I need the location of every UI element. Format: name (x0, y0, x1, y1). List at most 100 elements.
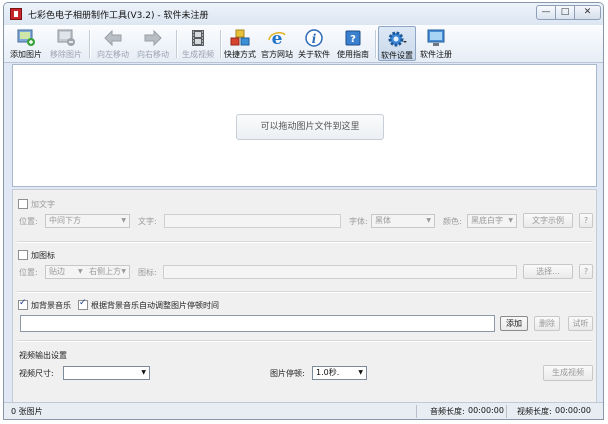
icon-file-label: 图标: (138, 268, 157, 277)
image-pause-select[interactable]: 1.0秒. ▼ (312, 366, 367, 380)
audio-length-value: 00:00:00 (468, 406, 504, 415)
generate-video-label: 生成视频 (182, 50, 214, 59)
divider (17, 340, 592, 342)
move-left-label: 向左移动 (97, 50, 129, 59)
text-help-button[interactable]: ? (579, 213, 593, 228)
official-site-button[interactable]: e 官方网站 (259, 26, 295, 61)
font-label: 字体: (349, 217, 368, 226)
bgm-label: 加背景音乐 (31, 301, 71, 310)
delete-music-button[interactable]: 删除 (534, 316, 560, 331)
image-count: 0 张图片 (11, 407, 43, 416)
guide-label: 使用指南 (337, 50, 369, 59)
shortcut-cubes-icon (230, 29, 250, 46)
color-label: 颜色: (443, 217, 462, 226)
generate-video-bottom-button[interactable]: 生成视频 (543, 365, 593, 381)
divider (17, 241, 592, 243)
remove-image-button[interactable]: 移除图片 (48, 26, 84, 61)
text-position-label: 位置: (19, 217, 38, 226)
divider (17, 291, 592, 293)
text-sample-button[interactable]: 文字示例 (523, 213, 573, 228)
listen-music-button[interactable]: 试听 (568, 316, 593, 331)
text-position-select[interactable]: 中间下方 ▼ (45, 214, 130, 228)
generate-video-button[interactable]: 生成视频 (180, 26, 216, 61)
add-icon-checkbox[interactable] (18, 250, 28, 260)
help-book-icon: ? (345, 30, 361, 46)
settings-panel: 加文字 位置: 中间下方 ▼ 文字: 字体: 黑体 ▼ 颜色: 黑底白字 ▼ 文字示例… (12, 189, 597, 403)
app-window: 七彩色电子相册制作工具(V3.2) - 软件未注册 — □ ✕ 添加图片 移除图… (3, 2, 604, 420)
shortcut-button[interactable]: 快捷方式 (222, 26, 258, 61)
image-pause-value: 1.0秒. (316, 368, 340, 377)
add-image-icon (17, 29, 35, 46)
settings-button[interactable]: 软件设置 (378, 26, 416, 61)
auto-pause-label: 根据背景音乐自动调整图片停顿时间 (91, 301, 219, 310)
monitor-icon (427, 29, 445, 46)
shortcut-label: 快捷方式 (224, 50, 256, 59)
toolbar: 添加图片 移除图片 向左移动 向右移动 生成视频 快捷方式 e 官方网站 i 关… (4, 25, 603, 63)
chevron-down-icon: ▼ (121, 217, 126, 224)
video-output-heading: 视频输出设置 (19, 351, 67, 360)
minimize-button[interactable]: — (536, 5, 556, 20)
status-bar: 0 张图片 音频长度: 00:00:00 视频长度: 00:00:00 (4, 402, 603, 419)
arrow-left-icon (104, 29, 122, 47)
svg-text:i: i (312, 32, 317, 46)
toolbar-separator (375, 30, 377, 58)
status-divider (506, 405, 507, 418)
close-button[interactable]: ✕ (575, 5, 601, 20)
image-drop-area[interactable]: 可以拖动图片文件到这里 (12, 64, 597, 187)
move-right-button[interactable]: 向右移动 (134, 26, 172, 61)
maximize-button[interactable]: □ (556, 5, 575, 20)
move-right-label: 向右移动 (137, 50, 169, 59)
register-label: 软件注册 (420, 50, 452, 59)
audio-length-label: 音频长度: (430, 407, 465, 416)
add-image-button[interactable]: 添加图片 (8, 26, 44, 61)
svg-text:?: ? (350, 34, 356, 45)
text-content-input[interactable] (164, 214, 341, 228)
music-file-input[interactable] (20, 315, 495, 332)
icon-position-value: 贴边 (49, 267, 65, 276)
video-length-value: 00:00:00 (555, 406, 591, 415)
image-pause-label: 图片停顿: (270, 369, 305, 378)
icon-position-value2: 右侧上方 (89, 267, 121, 276)
drop-hint: 可以拖动图片文件到这里 (236, 114, 384, 140)
chevron-down-icon: ▼ (358, 369, 363, 376)
title-bar: 七彩色电子相册制作工具(V3.2) - 软件未注册 — □ ✕ (4, 3, 603, 25)
toolbar-separator (176, 30, 178, 58)
add-image-label: 添加图片 (10, 50, 42, 59)
chevron-down-icon: ▼ (78, 268, 83, 275)
gear-icon (388, 31, 407, 47)
chevron-down-icon: ▼ (508, 217, 513, 224)
move-left-button[interactable]: 向左移动 (94, 26, 132, 61)
remove-image-label: 移除图片 (50, 50, 82, 59)
arrow-right-icon (144, 29, 162, 47)
svg-text:e: e (272, 29, 283, 47)
icon-position-select[interactable]: 贴边 ▼ 右侧上方 ▼ (45, 265, 130, 279)
icon-file-input[interactable] (163, 265, 517, 279)
chevron-down-icon: ▼ (121, 268, 126, 275)
app-logo-icon (10, 8, 22, 20)
about-button[interactable]: i 关于软件 (296, 26, 332, 61)
text-content-label: 文字: (138, 217, 157, 226)
register-button[interactable]: 软件注册 (417, 26, 455, 61)
video-size-select[interactable]: ▼ (63, 366, 150, 380)
guide-button[interactable]: ? 使用指南 (335, 26, 371, 61)
add-icon-label: 加图标 (31, 251, 55, 260)
color-select[interactable]: 黑底白字 ▼ (467, 214, 517, 228)
icon-position-label: 位置: (19, 268, 38, 277)
add-music-button[interactable]: 添加 (500, 316, 528, 331)
settings-label: 软件设置 (381, 51, 413, 60)
bgm-checkbox[interactable] (18, 298, 28, 310)
font-select[interactable]: 黑体 ▼ (371, 214, 435, 228)
status-divider (416, 405, 417, 418)
add-text-checkbox[interactable] (18, 199, 28, 209)
window-title: 七彩色电子相册制作工具(V3.2) - 软件未注册 (28, 11, 209, 21)
add-text-label: 加文字 (31, 200, 55, 209)
choose-icon-button[interactable]: 选择... (523, 264, 573, 279)
icon-help-button[interactable]: ? (579, 264, 593, 279)
auto-pause-checkbox[interactable] (78, 298, 88, 310)
ie-icon: e (268, 29, 286, 47)
toolbar-separator (89, 30, 91, 58)
chevron-down-icon: ▼ (141, 369, 146, 376)
video-size-label: 视频尺寸: (19, 369, 54, 378)
font-value: 黑体 (375, 216, 391, 225)
text-position-value: 中间下方 (49, 216, 81, 225)
